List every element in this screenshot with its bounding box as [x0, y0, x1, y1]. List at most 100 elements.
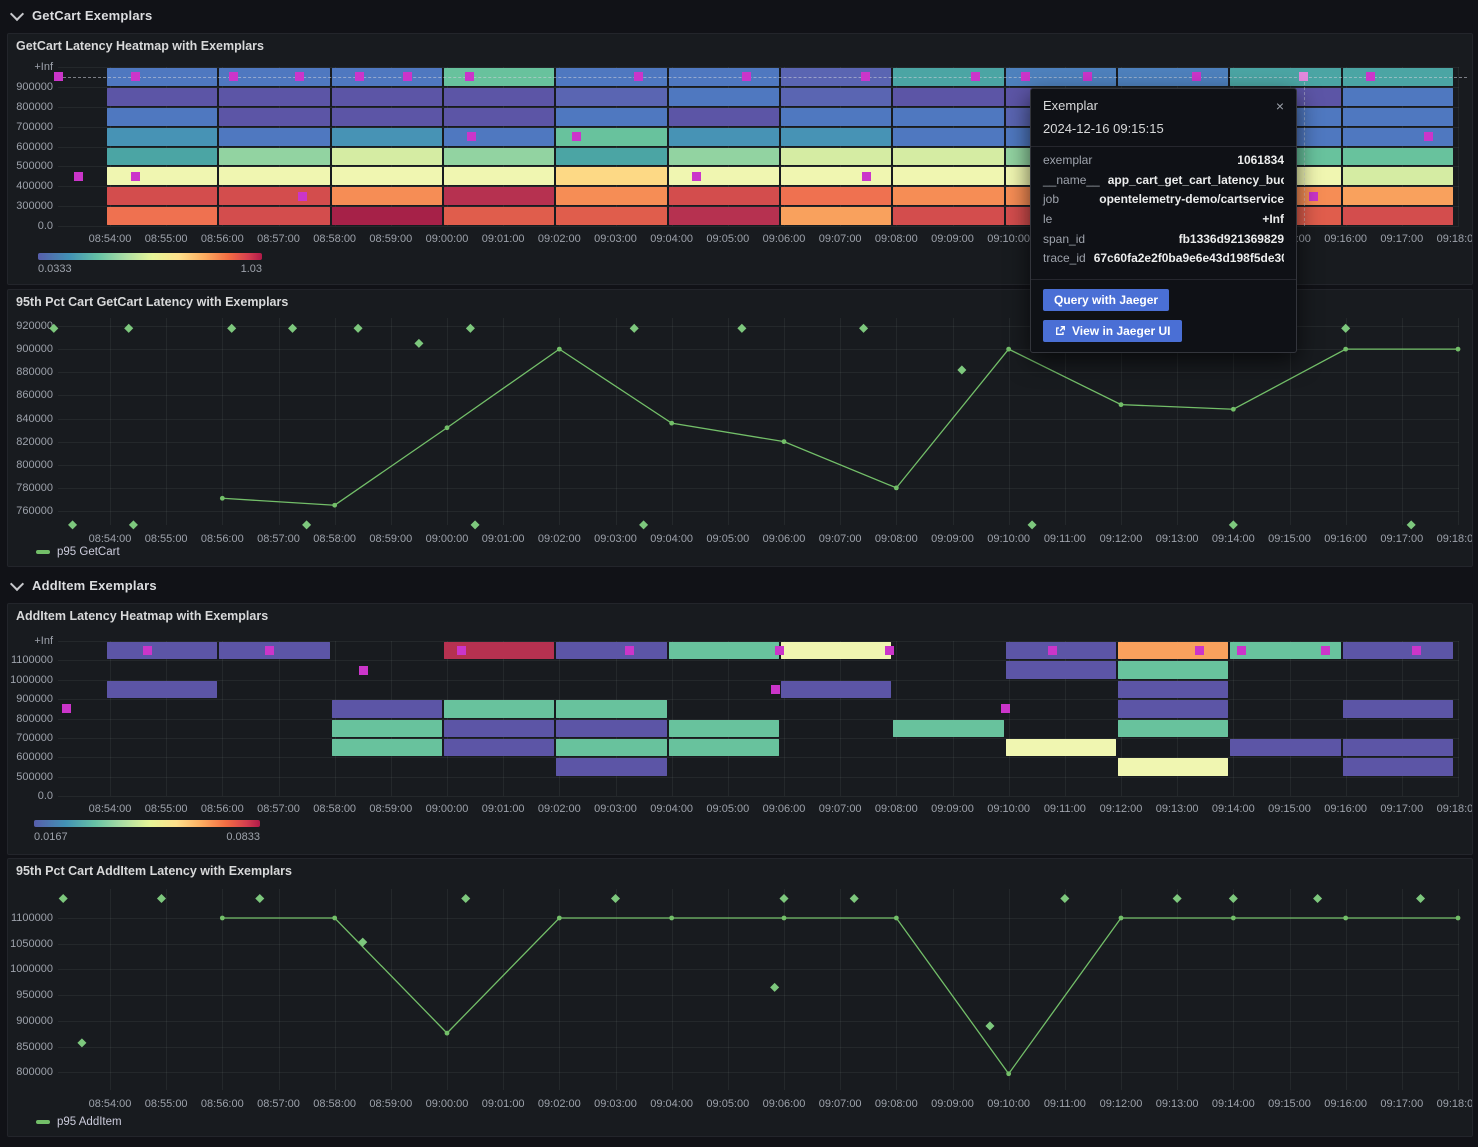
exemplar-diamond-marker[interactable] — [1173, 894, 1182, 903]
heatmap-cell — [444, 739, 554, 756]
gridline-horizontal — [58, 1072, 1459, 1073]
x-axis-tick-label: 08:54:00 — [82, 802, 138, 816]
heatmap-exemplar-marker[interactable] — [54, 72, 63, 81]
legend-item-p95-getcart[interactable]: p95 GetCart — [36, 546, 120, 558]
heatmap-exemplar-marker[interactable] — [1048, 646, 1057, 655]
heatmap-exemplar-marker[interactable] — [355, 72, 364, 81]
gridline-vertical — [728, 889, 729, 1090]
exemplar-diamond-marker[interactable] — [157, 894, 166, 903]
heatmap-exemplar-marker[interactable] — [403, 72, 412, 81]
heatmap-exemplar-marker[interactable] — [1309, 192, 1318, 201]
tooltip-field-row: __name__ app_cart_get_cart_latency_bucke… — [1043, 173, 1284, 193]
exemplar-diamond-marker[interactable] — [639, 520, 648, 529]
gridline-horizontal — [58, 1047, 1459, 1048]
additem-p95-plot[interactable]: 1100000105000010000009500009000008500008… — [8, 859, 1472, 1136]
y-axis-tick-label: 800000 — [8, 1065, 53, 1079]
exemplar-diamond-marker[interactable] — [1416, 894, 1425, 903]
heatmap-exemplar-marker[interactable] — [1366, 72, 1375, 81]
heatmap-exemplar-marker[interactable] — [634, 72, 643, 81]
heatmap-exemplar-marker[interactable] — [1424, 132, 1433, 141]
heatmap-exemplar-marker[interactable] — [1001, 704, 1010, 713]
heatmap-exemplar-marker[interactable] — [1237, 646, 1246, 655]
heatmap-exemplar-marker[interactable] — [74, 172, 83, 181]
heatmap-exemplar-marker[interactable] — [298, 192, 307, 201]
heatmap-exemplar-marker[interactable] — [1021, 72, 1030, 81]
heatmap-exemplar-marker[interactable] — [885, 646, 894, 655]
x-axis-tick-label: 09:17:00 — [1374, 802, 1430, 816]
exemplar-diamond-marker[interactable] — [1229, 894, 1238, 903]
field-value: opentelemetry-demo/cartservice — [1099, 192, 1284, 206]
close-icon[interactable]: × — [1274, 98, 1286, 114]
exemplar-diamond-marker[interactable] — [59, 894, 68, 903]
view-in-jaeger-ui-button[interactable]: View in Jaeger UI — [1043, 320, 1182, 342]
heatmap-cell — [1343, 739, 1453, 756]
heatmap-exemplar-marker[interactable] — [692, 172, 701, 181]
heatmap-exemplar-marker[interactable] — [1192, 72, 1201, 81]
heatmap-exemplar-marker[interactable] — [971, 72, 980, 81]
exemplar-diamond-marker[interactable] — [611, 894, 620, 903]
heatmap-exemplar-marker[interactable] — [1412, 646, 1421, 655]
panel-title[interactable]: 95th Pct Cart AddItem Latency with Exemp… — [16, 864, 292, 878]
heatmap-cell — [1343, 642, 1453, 659]
exemplar-diamond-marker[interactable] — [1060, 894, 1069, 903]
heatmap-exemplar-marker[interactable] — [295, 72, 304, 81]
panel-title[interactable]: AddItem Latency Heatmap with Exemplars — [16, 609, 268, 623]
x-axis-tick-label: 09:15:00 — [1262, 1097, 1318, 1111]
exemplar-diamond-marker[interactable] — [302, 520, 311, 529]
heatmap-cell — [893, 88, 1003, 106]
panel-title[interactable]: 95th Pct Cart GetCart Latency with Exemp… — [16, 295, 288, 309]
heatmap-exemplar-marker[interactable] — [465, 72, 474, 81]
x-axis-tick-label: 08:58:00 — [307, 532, 363, 546]
exemplar-diamond-marker[interactable] — [255, 894, 264, 903]
heatmap-exemplar-marker[interactable] — [1321, 646, 1330, 655]
row-header-getcart[interactable]: GetCart Exemplars — [0, 0, 1478, 30]
exemplar-diamond-marker[interactable] — [770, 983, 779, 992]
x-axis-tick-label: 09:05:00 — [700, 1097, 756, 1111]
heatmap-exemplar-marker[interactable] — [1195, 646, 1204, 655]
additem-heatmap-plot[interactable]: 0.05000006000007000008000009000001000000… — [8, 604, 1472, 854]
exemplar-diamond-marker[interactable] — [1407, 520, 1416, 529]
exemplar-diamond-marker[interactable] — [1229, 520, 1238, 529]
exemplar-diamond-marker[interactable] — [358, 938, 367, 947]
heatmap-exemplar-marker[interactable] — [131, 172, 140, 181]
exemplar-diamond-marker[interactable] — [129, 520, 138, 529]
heatmap-exemplar-marker[interactable] — [467, 132, 476, 141]
heatmap-exemplar-marker[interactable] — [143, 646, 152, 655]
heatmap-exemplar-marker[interactable] — [1083, 72, 1092, 81]
heatmap-exemplar-marker[interactable] — [131, 72, 140, 81]
heatmap-exemplar-marker[interactable] — [457, 646, 466, 655]
row-header-additem[interactable]: AddItem Exemplars — [0, 570, 1478, 600]
y-axis-bucket-label: +Inf — [8, 60, 53, 74]
y-axis-bucket-label: 900000 — [8, 80, 53, 94]
exemplar-diamond-marker[interactable] — [461, 894, 470, 903]
heatmap-exemplar-marker[interactable] — [62, 704, 71, 713]
heatmap-cell — [1006, 642, 1116, 659]
exemplar-diamond-marker[interactable] — [68, 520, 77, 529]
gridline-vertical — [335, 889, 336, 1090]
heatmap-exemplar-marker[interactable] — [861, 72, 870, 81]
heatmap-exemplar-marker[interactable] — [862, 172, 871, 181]
heatmap-exemplar-marker[interactable] — [572, 132, 581, 141]
exemplar-diamond-marker[interactable] — [471, 520, 480, 529]
heatmap-exemplar-marker[interactable] — [775, 646, 784, 655]
heatmap-exemplar-marker[interactable] — [359, 666, 368, 675]
gridline-vertical — [1290, 889, 1291, 1090]
heatmap-exemplar-marker[interactable] — [771, 685, 780, 694]
legend-item-p95-additem[interactable]: p95 AddItem — [36, 1116, 122, 1128]
exemplar-diamond-marker[interactable] — [779, 894, 788, 903]
exemplar-diamond-marker[interactable] — [1313, 894, 1322, 903]
exemplar-diamond-marker[interactable] — [985, 1021, 994, 1030]
exemplar-diamond-marker[interactable] — [1028, 520, 1037, 529]
exemplar-diamond-marker[interactable] — [414, 339, 423, 348]
heatmap-exemplar-marker[interactable] — [1299, 72, 1308, 81]
panel-title[interactable]: GetCart Latency Heatmap with Exemplars — [16, 39, 264, 53]
query-with-jaeger-button[interactable]: Query with Jaeger — [1043, 289, 1169, 311]
x-axis-tick-label: 09:10:00 — [981, 1097, 1037, 1111]
heatmap-exemplar-marker[interactable] — [625, 646, 634, 655]
heatmap-cell — [444, 700, 554, 717]
x-axis-tick-label: 09:01:00 — [475, 1097, 531, 1111]
heatmap-exemplar-marker[interactable] — [265, 646, 274, 655]
heatmap-exemplar-marker[interactable] — [742, 72, 751, 81]
exemplar-diamond-marker[interactable] — [850, 894, 859, 903]
heatmap-exemplar-marker[interactable] — [229, 72, 238, 81]
